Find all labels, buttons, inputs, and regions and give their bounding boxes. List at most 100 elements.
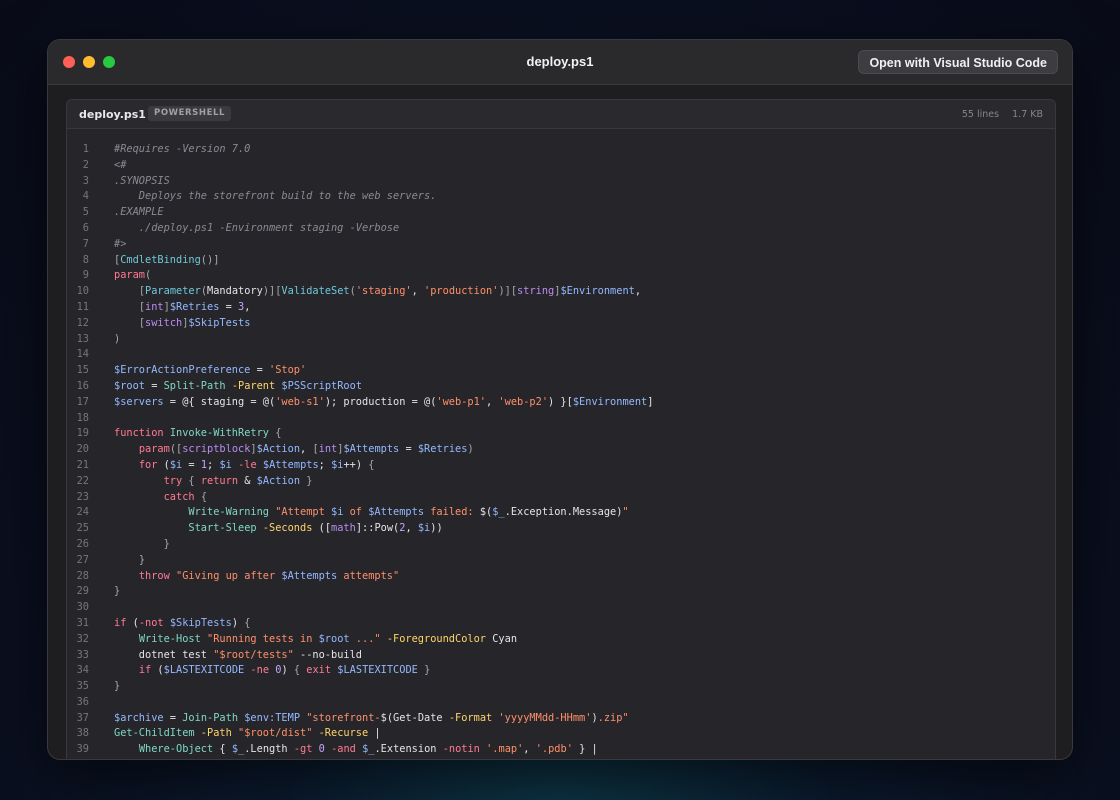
- line-number: 37: [76, 711, 89, 724]
- code-token: )][: [262, 285, 282, 298]
- code-token: ([: [312, 522, 332, 535]
- code-token: $Action: [256, 474, 301, 487]
- line-code: try { return & $Action }: [114, 474, 313, 487]
- line-code: Write-Warning "Attempt $i of $Attempts f…: [114, 506, 628, 519]
- line-number: 15: [76, 364, 89, 377]
- code-token: } |: [572, 743, 598, 756]
- code-token: ([: [169, 443, 183, 456]
- code-token: Cyan: [486, 632, 518, 645]
- code-token: $i: [331, 506, 344, 519]
- line-number: 39: [76, 743, 89, 756]
- code-line: 2 <#: [67, 158, 1055, 174]
- code-token: =: [250, 364, 269, 377]
- code-token: 'web-p2': [498, 395, 549, 408]
- code-token: $Retries: [417, 443, 468, 456]
- code-token: =: [399, 443, 418, 456]
- line-number: 40: [67, 758, 89, 759]
- code-token: (: [145, 269, 152, 282]
- code-token: $Attempts: [368, 506, 425, 519]
- code-line: 9 param(: [67, 268, 1055, 284]
- line-number: 36: [76, 695, 89, 708]
- code-token: -ForegroundColor: [386, 632, 487, 645]
- code-line: 37 $archive = Join-Path $env:TEMP "storef…: [67, 711, 1055, 727]
- code-token: 'staging': [355, 285, 412, 298]
- line-code: ./deploy.ps1 -Environment staging -Verbo…: [114, 222, 399, 234]
- code-line: 3 .SYNOPSIS: [67, 174, 1055, 190]
- line-number: 7: [82, 237, 89, 250]
- code-token: ,: [411, 285, 425, 298]
- line-count: 55 lines: [961, 109, 1000, 120]
- code-token: (: [151, 664, 164, 677]
- line-number: 19: [76, 427, 89, 440]
- code-token: "$root/dist": [238, 727, 313, 740]
- code-token: $env:TEMP: [244, 711, 301, 724]
- line-code: [CmdletBinding()]: [114, 254, 219, 266]
- code-token: $Attempts: [262, 458, 319, 471]
- line-code: Deploys the storefront build to the web …: [114, 190, 437, 203]
- code-line: 13): [67, 332, 1055, 348]
- code-token: 'yyyyMMdd-HHmm': [498, 711, 592, 724]
- code-token: for: [138, 458, 158, 471]
- line-code: $root = Split-Path -Parent $PSScriptRoot: [114, 380, 362, 392]
- line-number: 5: [82, 206, 89, 219]
- code-token: function: [114, 427, 164, 440]
- code-line: 22 try { return & $Action }: [67, 474, 1055, 490]
- line-code: [switch]$SkipTests: [114, 317, 251, 329]
- code-token: -Format: [448, 711, 493, 724]
- code-token: }: [114, 680, 121, 693]
- code-token: =: [145, 379, 164, 392]
- code-token: $Attempts: [343, 443, 400, 456]
- code-line: 18: [67, 411, 1055, 427]
- line-number: 1: [82, 143, 89, 155]
- code-token: }: [114, 585, 121, 598]
- code-token: --no-build: [293, 648, 362, 661]
- line-code: Write-Host "Running tests in $root ..." …: [114, 633, 517, 645]
- code-token: try: [163, 474, 183, 487]
- line-number: 17: [76, 395, 89, 408]
- code-token: return: [200, 474, 239, 487]
- code-token: param: [138, 443, 170, 456]
- code-token: ,: [300, 443, 313, 456]
- line-code: ): [114, 333, 120, 345]
- code-token: -Recurse: [318, 727, 369, 740]
- code-token: "$root/tests": [213, 648, 294, 661]
- code-token: ./deploy.ps1 -Environment staging -Verbo…: [114, 221, 400, 234]
- title-bar: deploy.ps1 Open with Visual Studio Code: [48, 40, 1072, 85]
- line-number: 8: [82, 253, 89, 266]
- code-token: catch: [163, 490, 195, 503]
- code-token: Start-Sleep: [188, 522, 257, 535]
- line-code: $servers = @{ staging = @('web-s1'); pro…: [114, 396, 653, 408]
- code-token: ) }[: [548, 395, 573, 408]
- line-number: 35: [76, 680, 89, 693]
- code-token: if: [138, 664, 152, 677]
- code-token: )][: [498, 285, 518, 298]
- line-code: #Requires -Version 7.0: [114, 143, 250, 155]
- file-size: 1.7 KB: [1012, 109, 1043, 120]
- line-code: $archive = Join-Path $env:TEMP "storefro…: [114, 712, 629, 724]
- line-number: 14: [76, 348, 89, 361]
- code-token: ): [281, 664, 294, 677]
- code-line: 35}: [67, 679, 1055, 695]
- code-body[interactable]: 1 #Requires -Version 7.0 2 <# 3 .SYNOPSIS 4 De…: [67, 142, 1055, 759]
- code-token: |: [368, 727, 381, 740]
- code-token: ;: [207, 458, 220, 471]
- open-with-vscode-button[interactable]: Open with Visual Studio Code: [858, 50, 1058, 74]
- line-code: #>: [114, 238, 126, 250]
- code-token: =: [182, 458, 201, 471]
- code-token: = @{ staging = @(: [163, 395, 276, 408]
- code-token: Deploys the storefront build to the web …: [114, 190, 437, 203]
- line-code: [int]$Retries = 3,: [114, 301, 251, 313]
- code-token: .Exception.Message): [504, 506, 623, 519]
- code-token: }: [163, 537, 170, 550]
- code-token: {: [244, 616, 251, 629]
- code-line: 8 [CmdletBinding()]: [67, 253, 1055, 269]
- line-number: 34: [76, 664, 89, 677]
- code-token: $i: [417, 522, 431, 535]
- code-token: }: [138, 553, 146, 566]
- code-token: Split-Path: [163, 379, 226, 392]
- code-token: 'web-s1': [275, 395, 325, 408]
- code-line: 16 $root = Split-Path -Parent $PSScriptRo…: [67, 379, 1055, 395]
